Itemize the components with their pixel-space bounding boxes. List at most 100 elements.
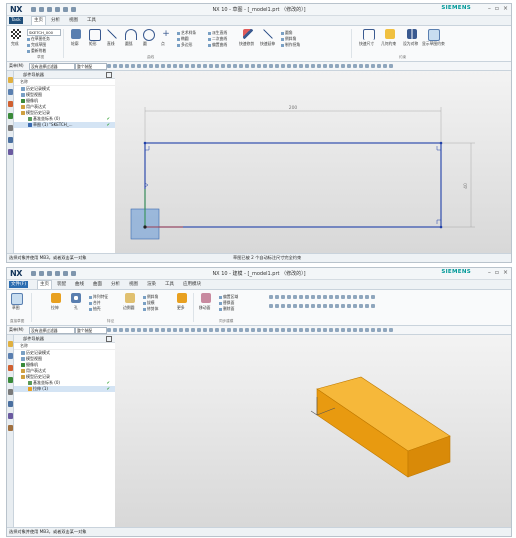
tab-file[interactable]: 文件(F)	[9, 281, 29, 288]
tab-home[interactable]: 主页	[31, 16, 46, 25]
ribbon-small[interactable]: 重新附着	[27, 48, 46, 53]
pin-icon[interactable]	[106, 336, 112, 342]
ribbon-small[interactable]: 修剪体	[143, 306, 158, 311]
sketch-viewport[interactable]: 200 40	[115, 71, 511, 253]
reuse-tab-icon[interactable]	[7, 377, 13, 383]
ribbon-small[interactable]: 二次曲线	[208, 36, 227, 41]
ribbon-small[interactable]: 合并	[89, 300, 101, 305]
make-symmetric-icon[interactable]	[407, 29, 417, 39]
ribbon-small[interactable]: 派生直线	[208, 30, 227, 35]
ribbon-small[interactable]: 阵列特征	[89, 294, 108, 299]
quick-trim-icon[interactable]	[243, 29, 253, 39]
ribbon-small[interactable]: 抽壳	[89, 306, 101, 311]
model-viewport[interactable]	[115, 335, 511, 527]
ribbon-small[interactable]: 在草图任务	[27, 36, 50, 41]
line-icon[interactable]	[107, 29, 117, 39]
history-tab-icon[interactable]	[7, 389, 13, 395]
dimension-width[interactable]: 200	[289, 105, 298, 111]
scope-combo[interactable]: 整个装配	[75, 63, 107, 70]
ribbon-small[interactable]: 偏置曲线	[208, 42, 227, 47]
ribbon-small[interactable]: 制作拐角	[281, 42, 300, 47]
ribbon-small[interactable]: 替换面	[219, 300, 234, 305]
web-tab-icon[interactable]	[7, 401, 13, 407]
tab-home[interactable]: 主页	[37, 280, 52, 289]
type-filter-combo[interactable]: 没有选择过滤器	[29, 63, 75, 70]
tab-view[interactable]: 视图	[127, 281, 140, 288]
tree-row-selected[interactable]: 拉伸 (1) ✔	[14, 386, 115, 392]
assembly-tab-icon[interactable]	[7, 89, 13, 95]
constraint-tab-icon[interactable]	[7, 365, 13, 371]
constraint-tab-icon[interactable]	[7, 101, 13, 107]
rapid-dimension-icon[interactable]	[363, 29, 375, 40]
snap-toolbar[interactable]	[107, 328, 393, 332]
tab-view[interactable]: 视图	[67, 17, 80, 24]
ribbon-small[interactable]: 椭圆	[177, 36, 189, 41]
geometric-constraint-icon[interactable]	[385, 29, 395, 39]
window-controls[interactable]: – ▫ ×	[488, 269, 508, 276]
model-canvas[interactable]	[115, 335, 511, 527]
roles-tab-icon[interactable]	[7, 149, 13, 155]
quick-extend-icon[interactable]	[263, 29, 273, 39]
sketch-name-combo[interactable]: SKETCH_000	[27, 29, 61, 36]
ribbon-small[interactable]: 艺术样条	[177, 30, 196, 35]
ribbon-small[interactable]: 圆角	[281, 30, 293, 35]
finish-sketch-icon[interactable]	[11, 29, 21, 39]
menu-button[interactable]: 菜单(M)	[9, 327, 24, 333]
tab-render[interactable]: 渲染	[145, 281, 158, 288]
sketch-canvas[interactable]: 200 40	[115, 71, 511, 253]
ribbon-icons[interactable]	[269, 304, 375, 308]
ribbon-small[interactable]: 倒斜角	[281, 36, 296, 41]
edge-blend-icon[interactable]	[125, 293, 135, 303]
hole-icon[interactable]	[71, 293, 81, 303]
show-constraints-icon[interactable]	[428, 29, 440, 41]
snap-toolbar[interactable]	[107, 64, 393, 68]
tab-curve[interactable]: 曲线	[73, 281, 86, 288]
group-label: 约束	[399, 55, 407, 59]
pin-icon[interactable]	[106, 72, 112, 78]
tab-tools[interactable]: 工具	[85, 17, 98, 24]
tab-tools[interactable]: 工具	[163, 281, 176, 288]
ribbon-small[interactable]: 完成草图	[27, 42, 46, 47]
ribbon-small[interactable]: 拔模	[143, 300, 155, 305]
process-tab-icon[interactable]	[7, 425, 13, 431]
dimension-height[interactable]: 40	[463, 183, 469, 189]
ribbon: 完成 SKETCH_000 在草图任务 完成草图 重新附着 草图 轮廓 矩形 直…	[7, 26, 511, 62]
ribbon-small[interactable]: 偏置区域	[219, 294, 238, 299]
point-icon[interactable]: +	[161, 29, 171, 39]
move-face-icon[interactable]	[201, 293, 211, 303]
rectangle-icon[interactable]	[89, 29, 101, 41]
window-controls[interactable]: – ▫ ×	[488, 5, 508, 12]
navigator-tab-icon[interactable]	[7, 77, 13, 83]
profile-icon[interactable]	[71, 29, 81, 39]
reuse-tab-icon[interactable]	[7, 113, 13, 119]
history-tab-icon[interactable]	[7, 125, 13, 131]
tab-assembly[interactable]: 装配	[55, 281, 68, 288]
circle-icon[interactable]	[143, 29, 155, 41]
ribbon-icons[interactable]	[269, 295, 375, 299]
tab-analysis[interactable]: 分析	[49, 17, 62, 24]
sketch-rectangle[interactable]	[144, 142, 442, 228]
more-icon[interactable]	[177, 293, 187, 303]
assembly-tab-icon[interactable]	[7, 353, 13, 359]
tree-row-selected[interactable]: 草图 (1) "SKETCH_... ✔	[14, 122, 115, 128]
tab-task[interactable]: Task	[9, 17, 23, 24]
web-tab-icon[interactable]	[7, 137, 13, 143]
tab-application[interactable]: 应用模块	[181, 281, 203, 288]
column-header[interactable]: 名称	[14, 79, 115, 86]
type-filter-combo[interactable]: 没有选择过滤器	[29, 327, 75, 334]
column-header[interactable]: 名称	[14, 343, 115, 350]
extrude-icon[interactable]	[51, 293, 61, 303]
sketch-icon[interactable]	[11, 293, 23, 305]
tab-analysis[interactable]: 分析	[109, 281, 122, 288]
ribbon-tabs: Task 主页 分析 视图 工具	[7, 16, 511, 26]
navigator-tab-icon[interactable]	[7, 341, 13, 347]
origin-point[interactable]	[143, 225, 147, 229]
ribbon-small[interactable]: 删除面	[219, 306, 234, 311]
menu-button[interactable]: 菜单(M)	[9, 63, 24, 69]
tab-surface[interactable]: 曲面	[91, 281, 104, 288]
arc-icon[interactable]	[125, 29, 137, 40]
ribbon-small[interactable]: 多边形	[177, 42, 192, 47]
ribbon-small[interactable]: 倒斜角	[143, 294, 158, 299]
scope-combo[interactable]: 整个装配	[75, 327, 107, 334]
roles-tab-icon[interactable]	[7, 413, 13, 419]
